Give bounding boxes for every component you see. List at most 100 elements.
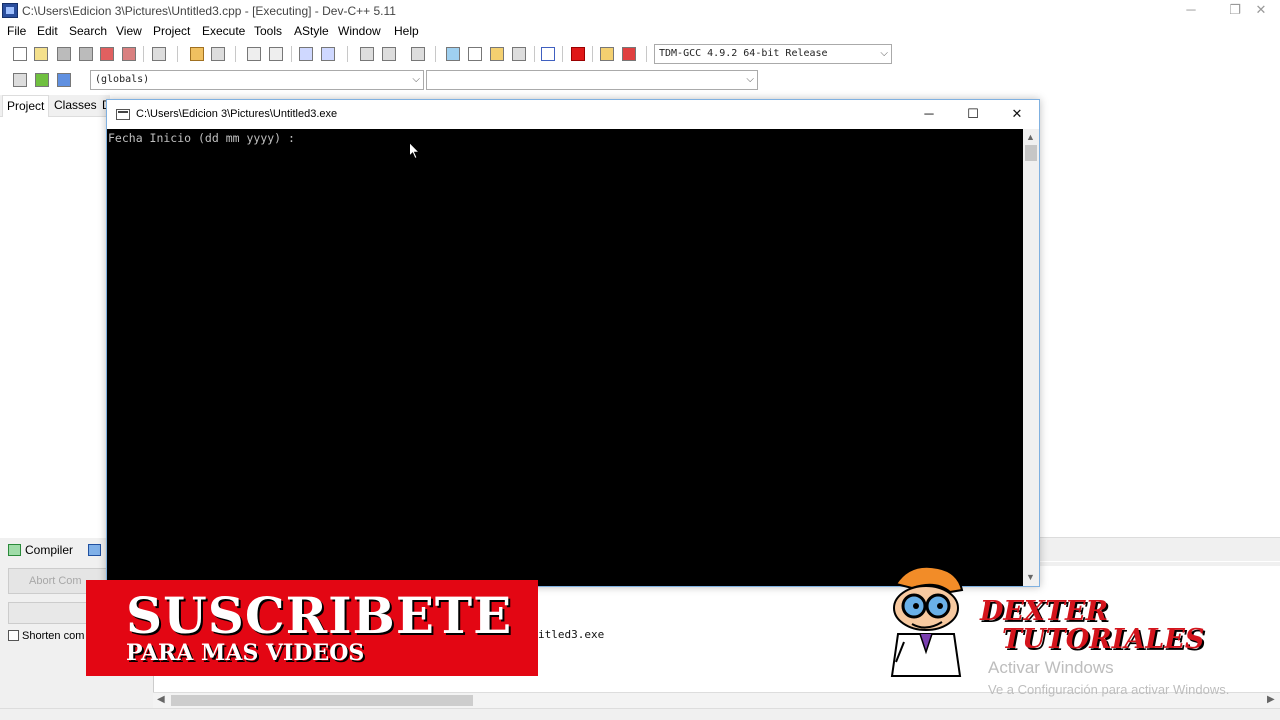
- close-all-icon[interactable]: [120, 45, 138, 63]
- activate-windows-title: Activar Windows: [988, 658, 1114, 677]
- redo-icon[interactable]: [209, 45, 227, 63]
- chevron-down-icon: ⌵: [880, 48, 888, 59]
- tab-compiler-label: Compiler: [25, 543, 74, 557]
- console-title: C:\Users\Edicion 3\Pictures\Untitled3.ex…: [136, 108, 338, 120]
- menu-tools[interactable]: Tools: [254, 24, 282, 38]
- console-window[interactable]: C:\Users\Edicion 3\Pictures\Untitled3.ex…: [106, 99, 1040, 587]
- close-file-icon[interactable]: [98, 45, 116, 63]
- dexter-mascot-icon: [890, 565, 964, 677]
- project-panel-tabs: Project Classes D: [0, 95, 111, 117]
- compiler-grid-icon: [8, 544, 21, 556]
- tab-classes[interactable]: Classes: [54, 98, 97, 112]
- toggle-bookmark-icon[interactable]: [409, 45, 427, 63]
- check-syntax-icon[interactable]: [539, 45, 557, 63]
- scope-select[interactable]: (globals) ⌵: [90, 70, 424, 90]
- save-icon[interactable]: [55, 45, 73, 63]
- menu-project[interactable]: Project: [153, 24, 190, 38]
- open-file-icon[interactable]: [32, 45, 50, 63]
- scroll-left-icon[interactable]: ◀: [157, 694, 165, 705]
- shorten-label: Shorten com: [22, 630, 85, 642]
- new-file-icon[interactable]: [11, 45, 29, 63]
- scroll-down-icon[interactable]: ▼: [1026, 572, 1035, 582]
- toolbar-separator: [562, 46, 563, 62]
- replace-icon[interactable]: [267, 45, 285, 63]
- toolbar-separator: [291, 46, 292, 62]
- undo-icon[interactable]: [188, 45, 206, 63]
- tab-compiler[interactable]: Compiler: [8, 543, 73, 557]
- devcpp-app-icon: [2, 3, 18, 18]
- brand-line-2: TUTORIALES: [1002, 624, 1205, 655]
- bottom-panel-tabs: Compiler: [0, 538, 110, 562]
- menu-edit[interactable]: Edit: [37, 24, 58, 38]
- toolbar-separator: [347, 46, 348, 62]
- console-close-button[interactable]: ✕: [997, 104, 1037, 124]
- ide-minimize-button[interactable]: ─: [1168, 2, 1214, 20]
- shorten-checkbox-row[interactable]: Shorten com: [8, 630, 84, 642]
- class-toolbar: (globals) ⌵ ⌵: [0, 67, 760, 93]
- console-vertical-scrollbar[interactable]: ▲ ▼: [1023, 129, 1039, 586]
- menu-bar: File Edit Search View Project Execute To…: [0, 22, 1280, 41]
- toolbar-separator: [646, 46, 647, 62]
- toolbar-separator: [177, 46, 178, 62]
- compile-log-line: itled3.exe: [538, 628, 605, 641]
- menu-astyle[interactable]: AStyle: [294, 24, 329, 38]
- menu-help[interactable]: Help: [394, 24, 419, 38]
- brand-line-1: DEXTER: [980, 596, 1109, 627]
- main-toolbar: TDM-GCC 4.9.2 64-bit Release ⌵: [0, 41, 900, 67]
- class-browser-icon[interactable]: [55, 71, 73, 89]
- mouse-cursor-icon: [409, 142, 421, 160]
- chevron-down-icon: ⌵: [412, 74, 420, 85]
- goto-declaration-icon[interactable]: [11, 71, 29, 89]
- editor-gutter-band: [1040, 537, 1280, 561]
- scrollbar-thumb[interactable]: [171, 695, 473, 706]
- menu-window[interactable]: Window: [338, 24, 381, 38]
- find-icon[interactable]: [245, 45, 263, 63]
- scrollbar-thumb[interactable]: [1025, 145, 1037, 161]
- delete-profile-icon[interactable]: [620, 45, 638, 63]
- console-minimize-button[interactable]: ─: [909, 104, 949, 124]
- tab-project[interactable]: Project: [2, 95, 50, 117]
- console-output-text: Fecha Inicio (dd mm yyyy) :: [108, 131, 295, 145]
- bookmark-forward-icon[interactable]: [380, 45, 398, 63]
- toolbar-separator: [534, 46, 535, 62]
- screen: C:\Users\Edicion 3\Pictures\Untitled3.cp…: [0, 0, 1280, 720]
- unindent-icon[interactable]: [319, 45, 337, 63]
- print-icon[interactable]: [150, 45, 168, 63]
- scroll-right-icon[interactable]: ▶: [1267, 694, 1275, 705]
- toolbar-separator: [235, 46, 236, 62]
- subscribe-subline: PARA MAS VIDEOS: [126, 640, 365, 666]
- menu-search[interactable]: Search: [69, 24, 107, 38]
- ide-window-title: C:\Users\Edicion 3\Pictures\Untitled3.cp…: [22, 4, 396, 18]
- compiler-select[interactable]: TDM-GCC 4.9.2 64-bit Release ⌵: [654, 44, 892, 64]
- member-select[interactable]: ⌵: [426, 70, 758, 90]
- indent-icon[interactable]: [297, 45, 315, 63]
- tab-resources[interactable]: [88, 543, 101, 557]
- goto-definition-icon[interactable]: [33, 71, 51, 89]
- resources-icon: [88, 544, 101, 556]
- toolbar-separator: [592, 46, 593, 62]
- new-project-icon[interactable]: [444, 45, 462, 63]
- ide-title-bar: C:\Users\Edicion 3\Pictures\Untitled3.cp…: [0, 0, 1280, 22]
- shorten-checkbox[interactable]: [8, 630, 19, 641]
- window-icon[interactable]: [466, 45, 484, 63]
- menu-view[interactable]: View: [116, 24, 142, 38]
- menu-file[interactable]: File: [7, 24, 26, 38]
- grid-icon[interactable]: [510, 45, 528, 63]
- stop-execution-icon[interactable]: [569, 45, 587, 63]
- toolbar-separator: [435, 46, 436, 62]
- ide-close-button[interactable]: ✕: [1238, 2, 1280, 20]
- subscribe-headline: SUSCRIBETE: [126, 586, 513, 645]
- bookmark-back-icon[interactable]: [358, 45, 376, 63]
- project-tree[interactable]: [0, 117, 108, 537]
- console-maximize-button[interactable]: ☐: [953, 104, 993, 124]
- console-title-bar[interactable]: C:\Users\Edicion 3\Pictures\Untitled3.ex…: [107, 100, 1039, 129]
- tile-icon[interactable]: [488, 45, 506, 63]
- console-output-area[interactable]: Fecha Inicio (dd mm yyyy) :: [107, 129, 1023, 586]
- console-app-icon: [116, 109, 130, 120]
- menu-execute[interactable]: Execute: [202, 24, 245, 38]
- save-all-icon[interactable]: [77, 45, 95, 63]
- subscribe-banner: SUSCRIBETE PARA MAS VIDEOS: [86, 580, 538, 676]
- activate-windows-subtitle: Ve a Configuración para activar Windows.: [988, 682, 1230, 697]
- profile-chart-icon[interactable]: [598, 45, 616, 63]
- scroll-up-icon[interactable]: ▲: [1026, 132, 1035, 142]
